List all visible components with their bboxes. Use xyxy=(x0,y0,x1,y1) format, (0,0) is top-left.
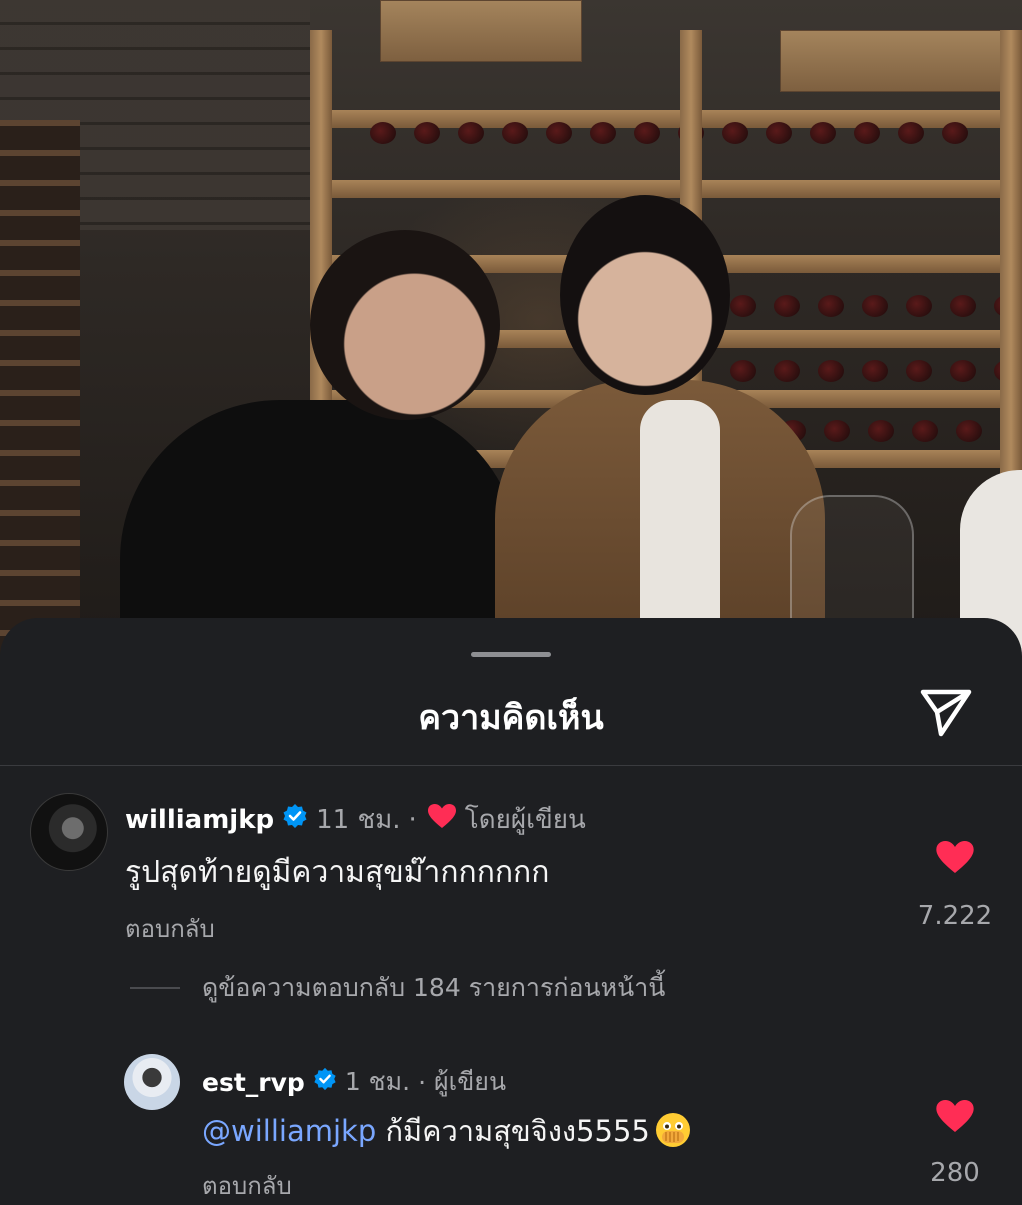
comment-text: รูปสุดท้ายดูมีความสุขม๊ากกกกกก xyxy=(125,855,550,890)
avatar[interactable] xyxy=(124,1054,180,1110)
share-button[interactable] xyxy=(915,684,975,740)
like-button[interactable] xyxy=(935,1098,975,1134)
heart-filled-icon xyxy=(936,1100,974,1132)
wine-rack-left xyxy=(0,120,80,660)
post-photo xyxy=(0,0,1022,660)
comment-time: 1 ชม. xyxy=(344,1067,411,1096)
separator-dot: · xyxy=(408,804,417,835)
sheet-divider xyxy=(0,765,1022,766)
view-replies-label: ดูข้อความตอบกลับ 184 รายการก่อนหน้านี้ xyxy=(202,973,666,1002)
shelf-row xyxy=(310,180,1022,198)
heart-filled-icon xyxy=(936,841,974,873)
verified-badge-icon xyxy=(282,803,308,836)
wine-crate xyxy=(780,30,1012,92)
like-count: 7.222 xyxy=(917,901,993,931)
comment-username[interactable]: est_rvp xyxy=(202,1068,305,1097)
avatar[interactable] xyxy=(30,793,108,871)
comment-username[interactable]: williamjkp xyxy=(125,805,274,835)
bottle-row xyxy=(730,360,1020,384)
view-previous-replies[interactable]: ดูข้อความตอบกลับ 184 รายการก่อนหน้านี้ xyxy=(130,968,665,1008)
paper-plane-icon xyxy=(920,689,972,737)
wine-crate xyxy=(380,0,582,62)
comment-header: williamjkp 11 ชม. · โดยผู้เขียน xyxy=(125,799,586,840)
comment-text-body: ก้มีความสุขจิงง5555 xyxy=(376,1114,650,1148)
thread-line xyxy=(130,987,180,989)
liked-by-author-label: โดยผู้เขียน xyxy=(464,805,586,835)
like-count: 280 xyxy=(930,1158,980,1188)
sheet-title: ความคิดเห็น xyxy=(418,698,604,738)
bottle-row xyxy=(780,420,1022,444)
sheet-drag-handle[interactable] xyxy=(471,652,551,657)
like-button[interactable] xyxy=(935,839,975,875)
person-right-head xyxy=(560,195,730,395)
bottle-row xyxy=(730,295,1020,319)
face-with-hand-over-mouth-icon xyxy=(654,1111,692,1156)
bottle-row xyxy=(370,122,968,146)
comment-header: est_rvp 1 ชม. · ผู้เขียน xyxy=(202,1062,506,1102)
heart-icon xyxy=(427,803,457,836)
comments-sheet: ความคิดเห็น williamjkp 11 ชม. · โดยผู้เข… xyxy=(0,618,1022,1200)
mention-link[interactable]: @williamjkp xyxy=(202,1114,376,1148)
separator-dot: · xyxy=(418,1067,427,1097)
author-label: ผู้เขียน xyxy=(434,1067,507,1096)
comment-text: @williamjkp ก้มีความสุขจิงง5555 xyxy=(202,1108,692,1156)
person-left-head xyxy=(310,230,500,420)
comment-time: 11 ชม. xyxy=(316,805,401,835)
reply-button[interactable]: ตอบกลับ xyxy=(125,909,215,948)
reply-button[interactable]: ตอบกลับ xyxy=(202,1166,292,1205)
verified-badge-icon xyxy=(313,1067,337,1097)
